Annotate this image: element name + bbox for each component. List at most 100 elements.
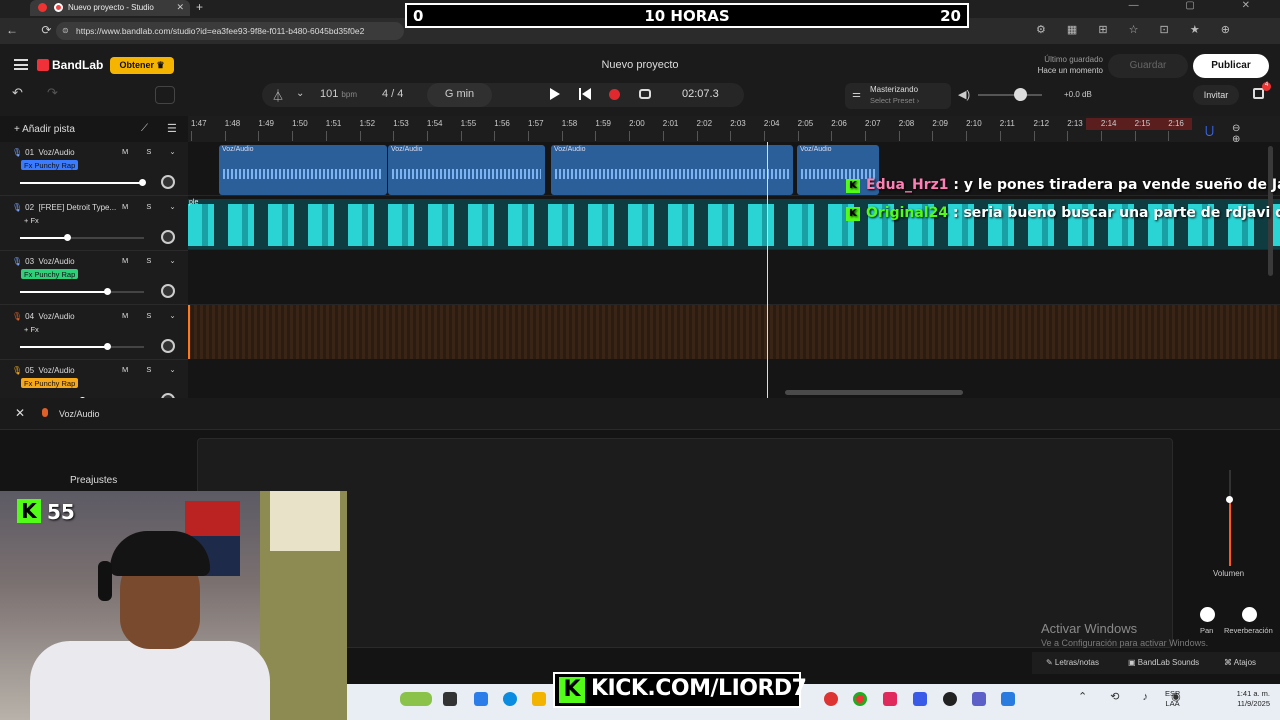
- track-header[interactable]: 🎙 01 Voz/Audio Fx Punchy Rap M S ⌄: [0, 142, 188, 196]
- record-icon[interactable]: [609, 89, 620, 100]
- timer-right: 20: [940, 7, 961, 25]
- ruler-tick: [730, 131, 732, 141]
- speaker-icon[interactable]: ◀): [958, 88, 970, 101]
- pan-knob[interactable]: [161, 338, 175, 353]
- mute-solo-controls[interactable]: M S ⌄: [122, 147, 184, 156]
- pan-knob[interactable]: [1200, 607, 1215, 622]
- master-volume-knob[interactable]: [1014, 88, 1027, 101]
- ruler-label: 2:14: [1100, 119, 1117, 128]
- ruler-tick: [932, 131, 934, 141]
- track-name[interactable]: 🎙 04 Voz/Audio: [12, 312, 75, 321]
- horizontal-scrollbar[interactable]: [785, 390, 963, 395]
- mute-solo-controls[interactable]: M S ⌄: [122, 311, 184, 320]
- close-editor-icon[interactable]: ✕: [15, 406, 25, 420]
- site-info-icon[interactable]: ⊜: [62, 26, 69, 35]
- play-icon[interactable]: [550, 88, 560, 100]
- taskbar-task-icon[interactable]: [443, 692, 457, 706]
- redo-button[interactable]: ↷: [47, 85, 71, 101]
- ruler-tick: [629, 131, 631, 141]
- taskbar-notepad-icon[interactable]: [1001, 692, 1015, 706]
- taskbar-clock[interactable]: 1:41 a. m. 11/9/2025: [1224, 689, 1270, 709]
- taskbar-files-icon[interactable]: [532, 692, 546, 706]
- track-header[interactable]: 🎙 04 Voz/Audio + Fx M S ⌄: [0, 306, 188, 360]
- mute-solo-controls[interactable]: M S ⌄: [122, 202, 184, 211]
- metronome-dropdown-icon[interactable]: ⌄: [296, 88, 304, 99]
- track-volume-knob[interactable]: [1226, 495, 1233, 503]
- audio-clip[interactable]: Voz/Audio: [551, 145, 793, 195]
- tab-close-icon[interactable]: ✕: [176, 2, 184, 13]
- mute-solo-controls[interactable]: M S ⌄: [122, 256, 184, 265]
- bandlab-sounds-button[interactable]: ▣ BandLab Sounds: [1128, 658, 1199, 667]
- webcam-person-cap: [110, 531, 210, 576]
- taskbar-teams-icon[interactable]: [972, 692, 986, 706]
- track-volume-fill: [20, 236, 68, 239]
- sliders-icon: ⚌: [852, 89, 861, 100]
- track-name[interactable]: 🎙 03 Voz/Audio: [12, 257, 75, 266]
- playhead[interactable]: [767, 142, 768, 398]
- pan-knob[interactable]: [161, 229, 175, 244]
- track-fx-button[interactable]: Fx Punchy Rap: [21, 378, 79, 389]
- back-refresh-buttons[interactable]: ← ⟳: [6, 23, 61, 37]
- metronome-icon[interactable]: ⏃: [272, 87, 284, 104]
- track-fx-button[interactable]: Fx Punchy Rap: [21, 269, 79, 280]
- save-button[interactable]: Guardar: [1108, 54, 1188, 78]
- window-controls[interactable]: — ▢ ✕: [1129, 0, 1272, 11]
- reverb-knob[interactable]: [1242, 607, 1257, 622]
- browser-tab[interactable]: Nuevo proyecto - Studio ✕: [30, 0, 190, 16]
- browser-toolbar-icons[interactable]: ⚙ ▦ ⊞ ☆ ⊡ ★ ⊕: [1036, 23, 1239, 36]
- track-fx-button[interactable]: + Fx: [21, 215, 42, 225]
- lane-4-selected[interactable]: [188, 305, 1280, 359]
- key-selector[interactable]: G min: [427, 83, 492, 107]
- track-volume-knob[interactable]: [138, 179, 146, 186]
- time-signature[interactable]: 4 / 4: [382, 88, 403, 100]
- tempo-field[interactable]: 101 bpm: [320, 88, 357, 100]
- skip-back-icon[interactable]: [579, 88, 591, 100]
- undo-button[interactable]: ↶: [12, 85, 36, 105]
- webcam-flag: [185, 501, 240, 536]
- new-tab-button[interactable]: +: [196, 0, 203, 14]
- ruler-label: 1:48: [224, 119, 241, 128]
- track-header[interactable]: 🎙 03 Voz/Audio Fx Punchy Rap M S ⌄: [0, 251, 188, 306]
- track-name[interactable]: 🎙 05 Voz/Audio: [12, 366, 75, 375]
- track-volume-knob[interactable]: [103, 288, 111, 296]
- taskbar-discord-icon[interactable]: [913, 692, 927, 706]
- language-indicator[interactable]: ESP LAA: [1165, 689, 1180, 709]
- url-input[interactable]: ⊜ https://www.bandlab.com/studio?id=ea3f…: [56, 22, 404, 40]
- timecode: 02:07.3: [682, 88, 719, 100]
- loop-icon[interactable]: [639, 89, 651, 99]
- lyrics-notes-button[interactable]: ✎ Letras/notas: [1046, 658, 1099, 667]
- pan-knob[interactable]: [161, 284, 175, 299]
- track-volume-knob[interactable]: [103, 342, 111, 350]
- track-volume-knob[interactable]: [64, 233, 72, 241]
- taskbar-widget-icon[interactable]: [400, 692, 432, 706]
- taskbar-app-icon[interactable]: [824, 692, 838, 706]
- snap-magnet-icon[interactable]: ⋃: [1205, 124, 1214, 137]
- track-fx-button[interactable]: Fx Punchy Rap: [21, 160, 79, 170]
- taskbar-store-icon[interactable]: [474, 692, 488, 706]
- add-track-button[interactable]: + Añadir pista: [14, 124, 75, 135]
- track-name[interactable]: 🎙 02 [FREE] Detroit Type...: [12, 203, 116, 212]
- master-volume-slider[interactable]: [978, 94, 1042, 96]
- audio-clip[interactable]: Voz/Audio: [388, 145, 545, 195]
- sampler-button[interactable]: [155, 86, 175, 104]
- lane-3[interactable]: [188, 251, 1280, 305]
- taskbar-obs-icon[interactable]: [943, 692, 957, 706]
- webcam-headset: [98, 561, 112, 601]
- track-settings-icon[interactable]: ☰: [167, 122, 177, 135]
- audio-clip[interactable]: Voz/Audio: [219, 145, 387, 195]
- automation-icon[interactable]: ⟋: [141, 123, 148, 134]
- shortcuts-button[interactable]: ⌘ Atajos: [1224, 658, 1256, 667]
- taskbar-tiktok-icon[interactable]: [883, 692, 897, 706]
- mute-solo-controls[interactable]: M S ⌄: [122, 365, 184, 374]
- publish-button[interactable]: Publicar: [1193, 54, 1269, 78]
- webcam-poster: [270, 491, 340, 551]
- invite-button[interactable]: Invitar: [1193, 85, 1239, 105]
- track-fx-button[interactable]: + Fx: [21, 324, 42, 334]
- taskbar-chrome-icon[interactable]: [853, 692, 867, 706]
- taskbar-edge-icon[interactable]: [503, 692, 517, 706]
- pan-knob[interactable]: [161, 175, 175, 189]
- track-name[interactable]: 🎙 01 Voz/Audio: [12, 148, 75, 157]
- track-header[interactable]: 🎙 02 [FREE] Detroit Type... + Fx M S ⌄: [0, 197, 188, 251]
- ruler-tick: [460, 131, 462, 141]
- presets-heading[interactable]: Preajustes: [70, 475, 117, 486]
